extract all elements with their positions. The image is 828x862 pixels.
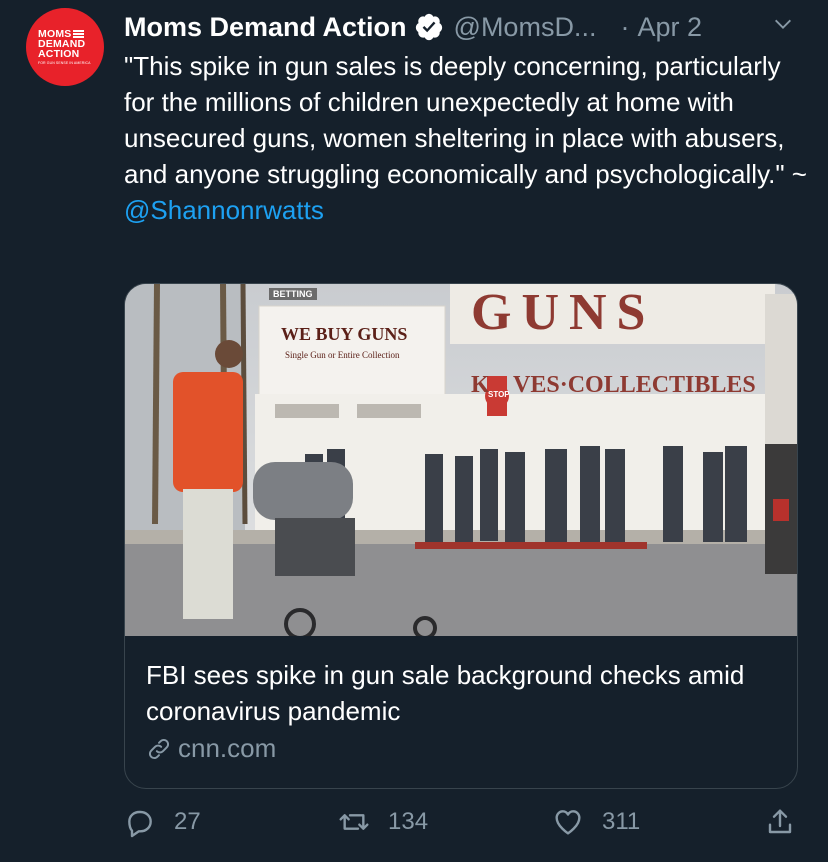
tweet-body: "This spike in gun sales is deeply conce…: [124, 51, 807, 189]
share-icon: [768, 809, 792, 834]
avatar-text-action: ACTION: [38, 48, 80, 60]
card-domain: cnn.com: [146, 733, 276, 764]
tweet-actions: 27 134 311: [124, 806, 814, 846]
user-handle[interactable]: @MomsD...: [454, 12, 597, 43]
chevron-down-icon[interactable]: [772, 13, 794, 35]
profile-avatar[interactable]: MOMS DEMAND ACTION FOR GUN SENSE IN AMER…: [26, 8, 104, 86]
card-image: [125, 284, 797, 636]
reply-icon: [128, 810, 152, 838]
reply-count: 27: [174, 808, 201, 835]
avatar-tagline: FOR GUN SENSE IN AMERICA: [38, 61, 91, 65]
avatar-stripes-icon: [73, 30, 85, 38]
link-icon: [148, 738, 170, 759]
retweet-icon: [339, 814, 369, 830]
tweet-header: Moms Demand Action @MomsD... · Apr 2: [124, 9, 808, 45]
tweet-text: "This spike in gun sales is deeply conce…: [124, 48, 814, 228]
retweet-count: 134: [388, 808, 429, 835]
card-title: FBI sees spike in gun sale background ch…: [146, 660, 745, 726]
like-count: 311: [602, 808, 641, 835]
share-button[interactable]: [764, 806, 796, 838]
retweet-button[interactable]: 134: [338, 806, 428, 838]
card-domain-text: cnn.com: [178, 733, 277, 763]
verified-badge-icon: [415, 13, 442, 41]
heart-icon: [555, 810, 581, 835]
like-button[interactable]: 311: [552, 806, 640, 838]
link-card[interactable]: BETTING WE BUY GUNS Single Gun or Entire…: [124, 283, 798, 789]
reply-button[interactable]: 27: [124, 806, 201, 838]
tweet-date[interactable]: Apr 2: [637, 12, 702, 43]
mention-link[interactable]: @Shannonrwatts: [124, 192, 814, 228]
display-name[interactable]: Moms Demand Action: [124, 12, 407, 43]
dot-separator: ·: [620, 11, 630, 42]
